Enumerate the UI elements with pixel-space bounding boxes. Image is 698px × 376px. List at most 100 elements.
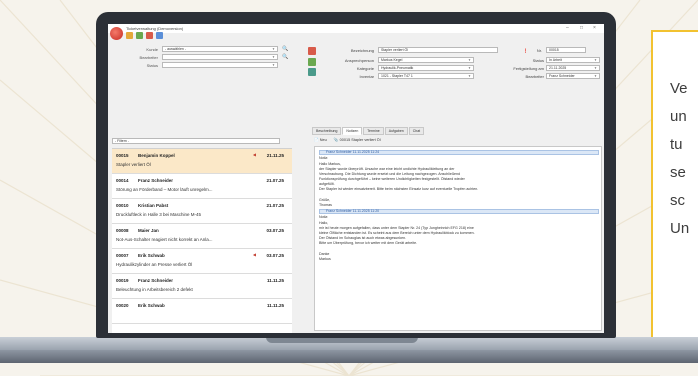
note-line: Grüße, <box>319 198 331 202</box>
callout-line: se <box>670 164 686 181</box>
tab-aufgaben[interactable]: Aufgaben <box>384 127 408 135</box>
ticket-row[interactable]: 00007 Erik Schwab ◀ 03.07.25 Hydraulikzy… <box>112 249 292 274</box>
title-bar: Ticketverwaltung (Demoversion) – □ × <box>108 24 604 33</box>
note-line: Hallo, <box>319 221 329 225</box>
tab-beschreibung[interactable]: Beschreibung <box>312 127 342 135</box>
ticket-date: 03.07.25 <box>266 228 284 233</box>
maximize-button[interactable]: □ <box>580 25 583 31</box>
note-line: Notiz: <box>319 156 329 160</box>
note-header[interactable]: Franz Schneider 11.11.2025 11:24 <box>319 150 599 155</box>
kunde-value: - auswählen - <box>165 47 187 51</box>
ticket-row[interactable]: 00010 Kristian Pabst 21.07.25 Druckluftl… <box>112 199 292 224</box>
note-line: Bitte um Überprüfung, bevor ich weiter m… <box>319 241 418 245</box>
close-button[interactable]: × <box>593 25 596 31</box>
chevron-down-icon: ▼ <box>468 66 471 70</box>
bezeichnung-label: Bezeichnung <box>350 48 374 53</box>
ticket-name: Franz Schneider <box>138 178 174 183</box>
laptop-bezel: Ticketverwaltung (Demoversion) – □ × Kun… <box>96 12 616 338</box>
ticket-date: 21.07.25 <box>266 203 284 208</box>
chevron-down-icon: ▼ <box>594 74 597 78</box>
detail-status-value: In Arbeit <box>549 58 562 62</box>
faelligkeit-input[interactable]: 21.11.2025 ▼ <box>546 65 600 71</box>
laptop-base-bottom <box>0 350 698 363</box>
callout-line: un <box>670 108 687 125</box>
callout-line: sc <box>670 192 685 209</box>
note-header[interactable]: Franz Schneider 11.11.2025 11:20 <box>319 209 599 214</box>
faelligkeit-label: Fertigstellung am <box>513 66 544 71</box>
ticket-row[interactable]: 00019 Franz Schneider 11.11.25 Beleuchtu… <box>112 274 292 299</box>
detail-bearbeiter-label: Bearbeiter <box>525 74 544 79</box>
detail-bearbeiter-select[interactable]: Franz Schneider ▼ <box>546 73 600 79</box>
nr-input[interactable]: 00015 <box>546 47 586 53</box>
filter-panel: Kunde - auswählen - ▼ 🔍 Bearbeiter ▼ 🔍 St… <box>112 46 290 88</box>
ticket-name: Benjamin Koppel <box>138 153 175 158</box>
ticket-row[interactable]: 00020 Erik Schwab 11.11.25 <box>112 299 292 324</box>
callout-line: Un <box>670 220 690 237</box>
chevron-down-icon: ▼ <box>272 55 275 59</box>
bezeichnung-input[interactable]: Stapler verliert Öl <box>378 47 498 53</box>
detail-bearbeiter-value: Franz Schneider <box>549 74 575 78</box>
note-line: Notiz: <box>319 215 329 219</box>
note-line: Funktionsprüfung durchgeführt – keine we… <box>319 177 465 181</box>
list-filter-select[interactable]: - Filtern - <box>112 138 280 144</box>
app-window: Ticketverwaltung (Demoversion) – □ × Kun… <box>108 24 604 333</box>
refresh-icon[interactable] <box>136 32 144 39</box>
detail-status-select[interactable]: In Arbeit ▼ <box>546 57 600 63</box>
ticket-number: 00020 <box>116 303 129 308</box>
ticket-number: 00019 <box>116 278 129 283</box>
note-line: Danke <box>319 252 330 256</box>
status-label: Status <box>146 63 158 68</box>
inventar-value: 1021 - Stapler T47 1 <box>381 74 413 78</box>
search-icon[interactable] <box>156 32 164 39</box>
ticket-number: 00007 <box>116 253 129 258</box>
ticket-description: Hydraulikzylinder an Presse verliert Öl <box>116 262 193 267</box>
note-line: Der Ölstand im Schauglas ist auch etwas … <box>319 236 407 240</box>
ticket-date: 21.11.25 <box>266 153 284 158</box>
tab-notizen[interactable]: Notizen <box>342 127 363 135</box>
note-line: kleine Ölfläche entstanden ist. Es schei… <box>319 231 475 235</box>
ansprechperson-select[interactable]: Markus Kegel ▼ <box>378 57 474 63</box>
contact-icon <box>308 58 316 66</box>
chart-icon[interactable] <box>146 32 154 39</box>
list-filter-value: - Filtern - <box>115 139 129 143</box>
chevron-down-icon: ▼ <box>272 63 275 67</box>
chevron-down-icon: ▼ <box>272 47 275 51</box>
bearbeiter-select[interactable]: ▼ <box>162 54 278 60</box>
ticket-detail-panel: Bezeichnung Stapler verliert Öl ❗ Nr. 00… <box>308 46 604 333</box>
ticket-row[interactable]: 00008 Maier Jan 03.07.25 Not-Aus-Schalte… <box>112 224 292 249</box>
tab-termine[interactable]: Termine <box>363 127 384 135</box>
ticket-date: 11.11.25 <box>266 278 284 283</box>
tab-chat[interactable]: Chat <box>408 127 425 135</box>
kategorie-value: Hydraulik-Pneumatik <box>381 66 414 70</box>
chevron-down-icon: ▼ <box>594 66 597 70</box>
ticket-date: 03.07.25 <box>266 253 284 258</box>
notes-area: Franz Schneider 11.11.2025 11:24 Notiz: … <box>314 146 602 331</box>
callout-line: Ve <box>670 80 688 97</box>
minimize-button[interactable]: – <box>566 25 569 31</box>
ticket-icon <box>308 47 316 55</box>
note-line: mir ist heute morgen aufgefallen, dass u… <box>319 226 474 230</box>
window-title: Ticketverwaltung (Demoversion) <box>126 26 184 31</box>
laptop-base <box>0 337 698 367</box>
ticket-row[interactable]: 00014 Franz Schneider 21.07.25 Störung a… <box>112 174 292 199</box>
ticket-name: Maier Jan <box>138 228 159 233</box>
kategorie-select[interactable]: Hydraulik-Pneumatik ▼ <box>378 65 474 71</box>
inventar-select[interactable]: 1021 - Stapler T47 1 ▼ <box>378 73 474 79</box>
new-note-button[interactable]: Neu <box>320 138 327 142</box>
bearbeiter-search-icon[interactable]: 🔍 <box>282 54 288 60</box>
ticket-name: Franz Schneider <box>138 278 174 283</box>
status-select[interactable]: ▼ <box>162 62 278 68</box>
kunde-label: Kunde <box>146 47 158 52</box>
main-toolbar <box>126 32 165 40</box>
kunde-select[interactable]: - auswählen - ▼ <box>162 46 278 52</box>
new-ticket-icon[interactable] <box>126 32 133 39</box>
flag-icon: ◀ <box>252 252 256 257</box>
chevron-down-icon: ▼ <box>594 58 597 62</box>
ticket-row[interactable]: 00015 Benjamin Koppel ◀ 21.11.25 Stapler… <box>112 149 292 174</box>
ticket-description: Druckluftleck in Halle 3 bei Maschine M-… <box>116 212 202 217</box>
app-logo-icon <box>110 27 123 40</box>
kunde-search-icon[interactable]: 🔍 <box>282 46 288 52</box>
note-header-text: Franz Schneider 11.11.2025 11:24 <box>326 150 380 154</box>
inventar-label: Inventar <box>359 74 374 79</box>
note-line: Hallo Markus, <box>319 162 341 166</box>
